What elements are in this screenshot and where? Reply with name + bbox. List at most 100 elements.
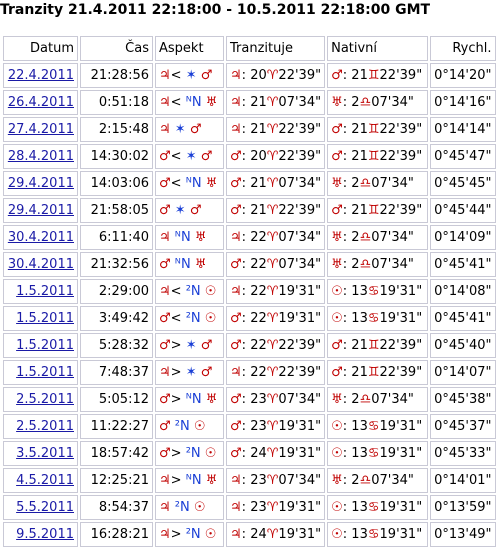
table-row: 30.4.2011 6:11:40 ♃ ᴺN ♅ ♃: 22♈07'34" ♅: 2♎0… [3,225,496,250]
natal-cell: ♂: 21♊22'39" [327,360,429,385]
aspect-cell: ♂< ✶ ♂ [155,144,224,169]
date-link[interactable]: 27.4.2011 [8,122,74,137]
date-cell: 1.5.2011 [3,279,78,304]
aspect-cell: ♂> ²N ☉ [155,441,224,466]
column-header-speed: Rychl. [430,36,496,61]
aspect-cell: ♂> ᴺN ♅ [155,387,224,412]
date-link[interactable]: 26.4.2011 [8,95,74,110]
speed-cell: 0°13'49" [430,522,496,547]
time-cell: 11:22:27 [80,414,153,439]
date-cell: 4.5.2011 [3,468,78,493]
speed-cell: 0°45'44" [430,198,496,223]
transiting-cell: ♃: 22♈07'34" [226,225,326,250]
natal-cell: ☉: 13♋19'31" [327,441,429,466]
natal-cell: ♅: 2♎07'34" [327,468,429,493]
date-link[interactable]: 22.4.2011 [8,68,74,83]
date-link[interactable]: 1.5.2011 [16,338,74,353]
date-cell: 29.4.2011 [3,171,78,196]
speed-cell: 0°45'47" [430,144,496,169]
natal-cell: ☉: 13♋19'31" [327,495,429,520]
table-row: 1.5.2011 5:28:32 ♂> ✶ ♂ ♂: 22♈22'39" ♂: 21♊2… [3,333,496,358]
aspect-cell: ♂ ᴺN ♅ [155,252,224,277]
date-link[interactable]: 28.4.2011 [8,149,74,164]
date-cell: 30.4.2011 [3,252,78,277]
natal-cell: ☉: 13♋19'31" [327,279,429,304]
aspect-cell: ♃> ²N ☉ [155,522,224,547]
speed-cell: 0°13'59" [430,495,496,520]
time-cell: 7:48:37 [80,360,153,385]
date-link[interactable]: 1.5.2011 [16,311,74,326]
column-header-natal: Nativní [327,36,429,61]
time-cell: 8:54:37 [80,495,153,520]
transiting-cell: ♂: 23♈19'31" [226,414,326,439]
natal-cell: ♅: 2♎07'34" [327,387,429,412]
date-link[interactable]: 2.5.2011 [16,419,74,434]
aspect-cell: ♂< ²N ☉ [155,306,224,331]
table-row: 1.5.2011 3:49:42 ♂< ²N ☉ ♂: 22♈19'31" ☉: 13♋… [3,306,496,331]
natal-cell: ☉: 13♋19'31" [327,414,429,439]
table-row: 30.4.2011 21:32:56 ♂ ᴺN ♅ ♂: 22♈07'34" ♅: 2♎… [3,252,496,277]
date-cell: 9.5.2011 [3,522,78,547]
time-cell: 14:03:06 [80,171,153,196]
date-link[interactable]: 1.5.2011 [16,365,74,380]
time-cell: 2:15:48 [80,117,153,142]
transiting-cell: ♃: 22♈19'31" [226,279,326,304]
aspect-cell: ♃< ✶ ♂ [155,63,224,88]
date-cell: 3.5.2011 [3,441,78,466]
aspect-cell: ♃> ᴺN ♅ [155,468,224,493]
table-row: 9.5.2011 16:28:21 ♃> ²N ☉ ♃: 24♈19'31" ☉: 13… [3,522,496,547]
transiting-cell: ♃: 22♈22'39" [226,360,326,385]
date-link[interactable]: 3.5.2011 [16,446,74,461]
time-cell: 16:28:21 [80,522,153,547]
aspect-cell: ♂> ✶ ♂ [155,333,224,358]
date-link[interactable]: 4.5.2011 [16,473,74,488]
speed-cell: 0°45'38" [430,387,496,412]
transiting-cell: ♃: 21♈22'39" [226,117,326,142]
time-cell: 2:29:00 [80,279,153,304]
column-header-transiting: Tranzituje [226,36,326,61]
speed-cell: 0°14'01" [430,468,496,493]
natal-cell: ♅: 2♎07'34" [327,225,429,250]
time-cell: 21:32:56 [80,252,153,277]
natal-cell: ☉: 13♋19'31" [327,306,429,331]
date-cell: 28.4.2011 [3,144,78,169]
speed-cell: 0°45'40" [430,333,496,358]
transiting-cell: ♂: 20♈22'39" [226,144,326,169]
date-link[interactable]: 29.4.2011 [8,176,74,191]
speed-cell: 0°14'09" [430,225,496,250]
date-link[interactable]: 30.4.2011 [8,257,74,272]
time-cell: 5:28:32 [80,333,153,358]
table-row: 26.4.2011 0:51:18 ♃< ᴺN ♅ ♃: 21♈07'34" ♅: 2♎… [3,90,496,115]
speed-cell: 0°45'41" [430,252,496,277]
time-cell: 6:11:40 [80,225,153,250]
transiting-cell: ♂: 21♈07'34" [226,171,326,196]
date-link[interactable]: 5.5.2011 [16,500,74,515]
time-cell: 14:30:02 [80,144,153,169]
transits-table: Datum Čas Aspekt Tranzituje Nativní Rych… [1,34,498,549]
date-link[interactable]: 30.4.2011 [8,230,74,245]
table-row: 4.5.2011 12:25:21 ♃> ᴺN ♅ ♃: 23♈07'34" ♅: 2♎… [3,468,496,493]
date-link[interactable]: 9.5.2011 [16,527,74,542]
date-cell: 22.4.2011 [3,63,78,88]
time-cell: 0:51:18 [80,90,153,115]
table-row: 29.4.2011 14:03:06 ♂< ᴺN ♅ ♂: 21♈07'34" ♅: 2… [3,171,496,196]
natal-cell: ☉: 13♋19'31" [327,522,429,547]
date-link[interactable]: 29.4.2011 [8,203,74,218]
table-row: 2.5.2011 11:22:27 ♂ ²N ☉ ♂: 23♈19'31" ☉: 13♋… [3,414,496,439]
speed-cell: 0°14'16" [430,90,496,115]
speed-cell: 0°45'45" [430,171,496,196]
natal-cell: ♂: 21♊22'39" [327,144,429,169]
transiting-cell: ♂: 24♈19'31" [226,441,326,466]
transiting-cell: ♂: 22♈07'34" [226,252,326,277]
aspect-cell: ♃< ²N ☉ [155,279,224,304]
date-cell: 2.5.2011 [3,414,78,439]
page-title: Tranzity 21.4.2011 22:18:00 - 10.5.2011 … [0,2,431,18]
aspect-cell: ♂ ²N ☉ [155,414,224,439]
time-cell: 18:57:42 [80,441,153,466]
transiting-cell: ♃: 23♈07'34" [226,468,326,493]
transiting-cell: ♃: 24♈19'31" [226,522,326,547]
date-link[interactable]: 2.5.2011 [16,392,74,407]
transiting-cell: ♃: 20♈22'39" [226,63,326,88]
date-link[interactable]: 1.5.2011 [16,284,74,299]
speed-cell: 0°14'20" [430,63,496,88]
